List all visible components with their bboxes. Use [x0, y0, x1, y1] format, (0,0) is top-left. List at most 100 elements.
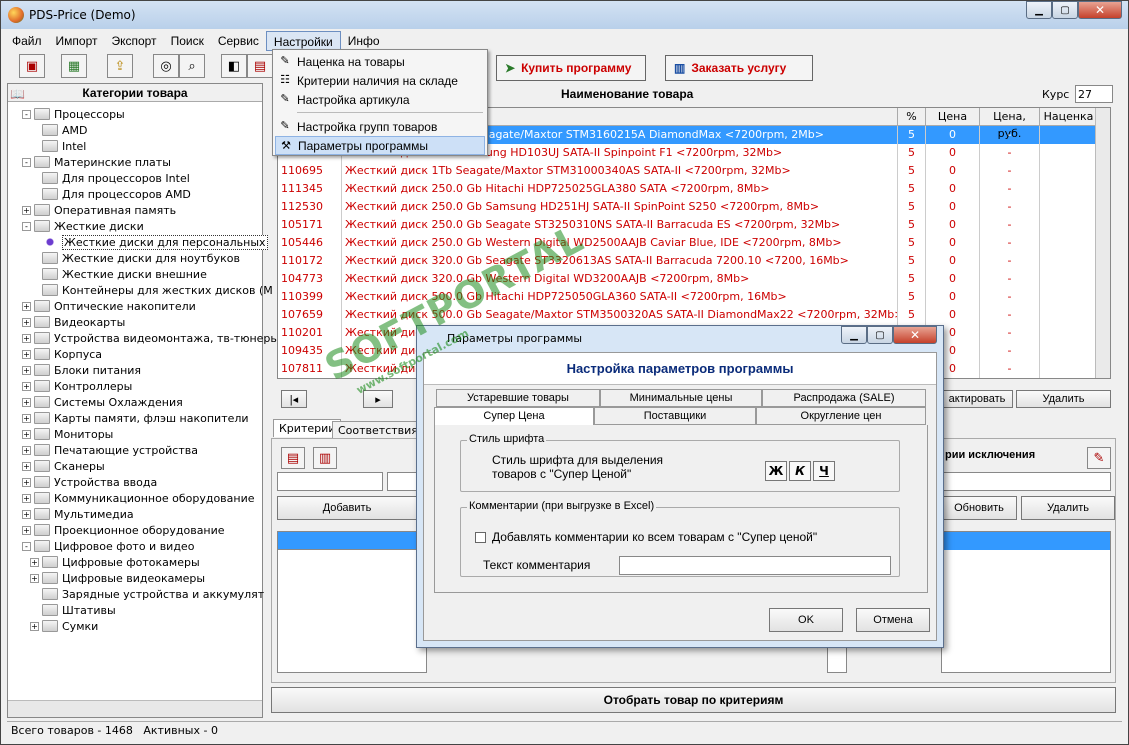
- expand-icon[interactable]: +: [22, 205, 31, 215]
- nav-first-button[interactable]: |◂: [281, 390, 307, 408]
- tree-item[interactable]: Штативы: [30, 602, 116, 618]
- nav-next-button[interactable]: ▸: [363, 390, 393, 408]
- collapse-icon[interactable]: -: [22, 109, 31, 119]
- expand-icon[interactable]: +: [22, 333, 31, 343]
- dialog-close-button[interactable]: ✕: [893, 326, 937, 344]
- menu-item-stock-criteria[interactable]: ☷ Критерии наличия на складе: [275, 71, 485, 90]
- tree-item[interactable]: + Оперативная память: [22, 202, 176, 218]
- tree-item[interactable]: + Видеокарты: [22, 314, 125, 330]
- tree-item[interactable]: Жесткие диски для персональных: [30, 234, 268, 250]
- tree-item[interactable]: + Проекционное оборудование: [22, 522, 225, 538]
- tree-item[interactable]: + Мультимедиа: [22, 506, 134, 522]
- close-button[interactable]: ✕: [1078, 1, 1122, 19]
- col-percent[interactable]: %: [898, 108, 926, 125]
- tree-item[interactable]: + Коммуникационное оборудование: [22, 490, 255, 506]
- minimize-button[interactable]: ▁: [1026, 1, 1052, 19]
- criteria-remove-icon[interactable]: ▥: [313, 447, 337, 469]
- expand-icon[interactable]: +: [22, 525, 31, 535]
- table-row[interactable]: 110172 Жесткий диск 320.0 Gb Seagate ST33…: [278, 252, 1110, 270]
- collapse-icon[interactable]: -: [22, 541, 31, 551]
- add-comments-checkbox-row[interactable]: Добавлять комментарии ко всем товарам с …: [475, 530, 817, 544]
- tree-item[interactable]: + Системы Охлаждения: [22, 394, 183, 410]
- tree-item[interactable]: + Цифровые фотокамеры: [30, 554, 200, 570]
- tree-item[interactable]: + Сканеры: [22, 458, 105, 474]
- rate-input[interactable]: [1075, 85, 1113, 103]
- tree-item[interactable]: + Корпуса: [22, 346, 102, 362]
- expand-icon[interactable]: +: [22, 493, 31, 503]
- expand-icon[interactable]: +: [22, 477, 31, 487]
- expand-icon[interactable]: +: [22, 509, 31, 519]
- col-price[interactable]: Цена: [926, 108, 980, 125]
- menu-item-program-params[interactable]: ⚒ Параметры программы: [275, 136, 485, 155]
- table-row[interactable]: 105171 Жесткий диск 250.0 Gb Seagate ST32…: [278, 216, 1110, 234]
- report-icon[interactable]: ▤: [247, 54, 273, 78]
- tree-item[interactable]: - Цифровое фото и видео: [22, 538, 194, 554]
- export-icon[interactable]: ⇪: [107, 54, 133, 78]
- table-row[interactable]: 111345 Жесткий диск 250.0 Gb Hitachi HDP7…: [278, 180, 1110, 198]
- tree-item[interactable]: - Жесткие диски: [22, 218, 144, 234]
- find-next-icon[interactable]: ⌕: [179, 54, 205, 78]
- expand-icon[interactable]: +: [22, 365, 31, 375]
- tree-item[interactable]: + Печатающие устройства: [22, 442, 198, 458]
- col-markup[interactable]: Наценка: [1040, 108, 1098, 125]
- delete-product-button[interactable]: Удалить: [1016, 390, 1111, 408]
- tree-item[interactable]: Зарядные устройства и аккумулят: [30, 586, 264, 602]
- criteria-list-row[interactable]: [278, 532, 426, 550]
- maximize-button[interactable]: ▢: [1052, 1, 1078, 19]
- tab-super-price[interactable]: Супер Цена: [434, 407, 594, 425]
- expand-icon[interactable]: +: [22, 413, 31, 423]
- criteria-input-1[interactable]: [277, 472, 383, 491]
- exclusions-list-row[interactable]: [942, 532, 1110, 550]
- expand-icon[interactable]: +: [22, 301, 31, 311]
- grid-scrollbar[interactable]: [1095, 108, 1110, 378]
- criteria-add-icon[interactable]: ▤: [281, 447, 305, 469]
- bold-button[interactable]: Ж: [765, 461, 787, 481]
- exclusion-input[interactable]: [941, 472, 1111, 491]
- table-row[interactable]: 107659 Жесткий диск 500.0 Gb Seagate/Maxt…: [278, 306, 1110, 324]
- edit-button[interactable]: актировать: [941, 390, 1013, 408]
- brush-icon[interactable]: ✎: [1087, 447, 1111, 469]
- tree-item[interactable]: + Сумки: [30, 618, 98, 634]
- expand-icon[interactable]: +: [30, 621, 39, 631]
- tree-item[interactable]: + Контроллеры: [22, 378, 132, 394]
- menu-item-markup[interactable]: ✎ Наценка на товары: [275, 52, 485, 71]
- expand-icon[interactable]: +: [22, 349, 31, 359]
- tab-suppliers[interactable]: Поставщики: [594, 407, 756, 425]
- tree-item[interactable]: Для процессоров Intel: [30, 170, 190, 186]
- tree-item[interactable]: + Блоки питания: [22, 362, 141, 378]
- excel-import-icon[interactable]: ▦: [61, 54, 87, 78]
- add-comments-checkbox[interactable]: [475, 531, 486, 543]
- italic-button[interactable]: К: [789, 461, 811, 481]
- delete-exclusion-button[interactable]: Удалить: [1021, 496, 1115, 520]
- tree-item[interactable]: - Процессоры: [22, 106, 125, 122]
- expand-icon[interactable]: +: [22, 397, 31, 407]
- tree-item[interactable]: + Цифровые видеокамеры: [30, 570, 205, 586]
- tree-item[interactable]: + Карты памяти, флэш накопители: [22, 410, 249, 426]
- refresh-button[interactable]: Обновить: [941, 496, 1017, 520]
- expand-icon[interactable]: +: [22, 429, 31, 439]
- menu-import[interactable]: Импорт: [49, 31, 105, 51]
- table-row[interactable]: 110399 Жесткий диск 500.0 Gb Hitachi HDP7…: [278, 288, 1110, 306]
- dialog-minimize-button[interactable]: ▁: [841, 326, 867, 344]
- tree-item[interactable]: Жесткие диски внешние: [30, 266, 207, 282]
- expand-icon[interactable]: +: [22, 317, 31, 327]
- tree-item[interactable]: + Мониторы: [22, 426, 113, 442]
- table-row[interactable]: 105446 Жесткий диск 250.0 Gb Western Digi…: [278, 234, 1110, 252]
- table-row[interactable]: 110695 Жесткий диск 1Tb Seagate/Maxtor ST…: [278, 162, 1110, 180]
- criteria-list[interactable]: [277, 531, 427, 673]
- tree-item[interactable]: + Оптические накопители: [22, 298, 196, 314]
- tab-outdated[interactable]: Устаревшие товары: [436, 389, 600, 407]
- exclusions-list[interactable]: [941, 531, 1111, 673]
- cancel-button[interactable]: Отмена: [856, 608, 930, 632]
- col-price-rub[interactable]: Цена, руб.: [980, 108, 1040, 140]
- menu-item-article[interactable]: ✎ Настройка артикула: [275, 90, 485, 109]
- expand-icon[interactable]: +: [30, 573, 39, 583]
- tree-item[interactable]: AMD: [30, 122, 88, 138]
- menu-service[interactable]: Сервис: [211, 31, 266, 51]
- filter-button[interactable]: Отобрать товар по критериям: [271, 687, 1116, 713]
- tab-rounding[interactable]: Округление цен: [756, 407, 926, 425]
- ok-button[interactable]: OK: [769, 608, 843, 632]
- tree-item[interactable]: Контейнеры для жестких дисков (М: [30, 282, 273, 298]
- tree-item[interactable]: Жесткие диски для ноутбуков: [30, 250, 240, 266]
- add-criteria-button[interactable]: Добавить: [277, 496, 417, 520]
